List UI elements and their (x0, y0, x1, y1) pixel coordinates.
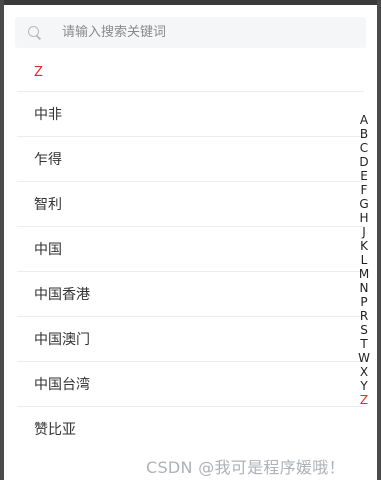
index-letter-e[interactable]: E (356, 169, 372, 183)
index-letter-w[interactable]: W (356, 351, 372, 365)
country-list-item[interactable]: 中非 (17, 91, 364, 136)
index-letter-y[interactable]: Y (356, 379, 372, 393)
index-letter-n[interactable]: N (356, 281, 372, 295)
search-input[interactable] (60, 24, 324, 41)
index-letter-g[interactable]: G (356, 197, 372, 211)
country-list-item[interactable]: 智利 (17, 181, 364, 226)
index-letter-h[interactable]: H (356, 211, 372, 225)
index-letter-k[interactable]: K (356, 239, 372, 253)
index-letter-l[interactable]: L (356, 253, 372, 267)
search-icon (27, 25, 43, 41)
index-letter-r[interactable]: R (356, 309, 372, 323)
index-letter-d[interactable]: D (356, 155, 372, 169)
index-letter-p[interactable]: P (356, 295, 372, 309)
index-letter-j[interactable]: J (356, 225, 372, 239)
section-header-letter: Z (34, 65, 43, 80)
index-letter-c[interactable]: C (356, 141, 372, 155)
country-list-item[interactable]: 中国台湾 (17, 361, 364, 406)
index-letter-a[interactable]: A (356, 113, 372, 127)
country-list-item[interactable]: 中国香港 (17, 271, 364, 316)
index-letter-m[interactable]: M (356, 267, 372, 281)
search-box[interactable] (15, 17, 366, 48)
country-list-item[interactable]: 中国 (17, 226, 364, 271)
right-frame-edge (377, 0, 381, 480)
watermark-text: CSDN @我可是程序媛哦！ (146, 458, 345, 477)
index-letter-s[interactable]: S (356, 323, 372, 337)
country-list: 中非 乍得 智利 中国 中国香港 中国澳门 中国台湾 赞比亚 (17, 91, 364, 451)
index-letter-z[interactable]: Z (356, 393, 372, 407)
country-list-item[interactable]: 中国澳门 (17, 316, 364, 361)
alphabet-index-bar[interactable]: ABCDEFGHJKLMNPRSTWXYZ (356, 113, 372, 407)
index-letter-f[interactable]: F (356, 183, 372, 197)
index-letter-b[interactable]: B (356, 127, 372, 141)
country-list-item[interactable]: 赞比亚 (17, 406, 364, 451)
index-letter-x[interactable]: X (356, 365, 372, 379)
index-letter-t[interactable]: T (356, 337, 372, 351)
country-picker-panel: Z 中非乍得智利中国中国香港中国澳门中国台湾赞比亚 ABCDEFGHJKLMNP… (4, 5, 377, 480)
country-list-item[interactable]: 乍得 (17, 136, 364, 181)
